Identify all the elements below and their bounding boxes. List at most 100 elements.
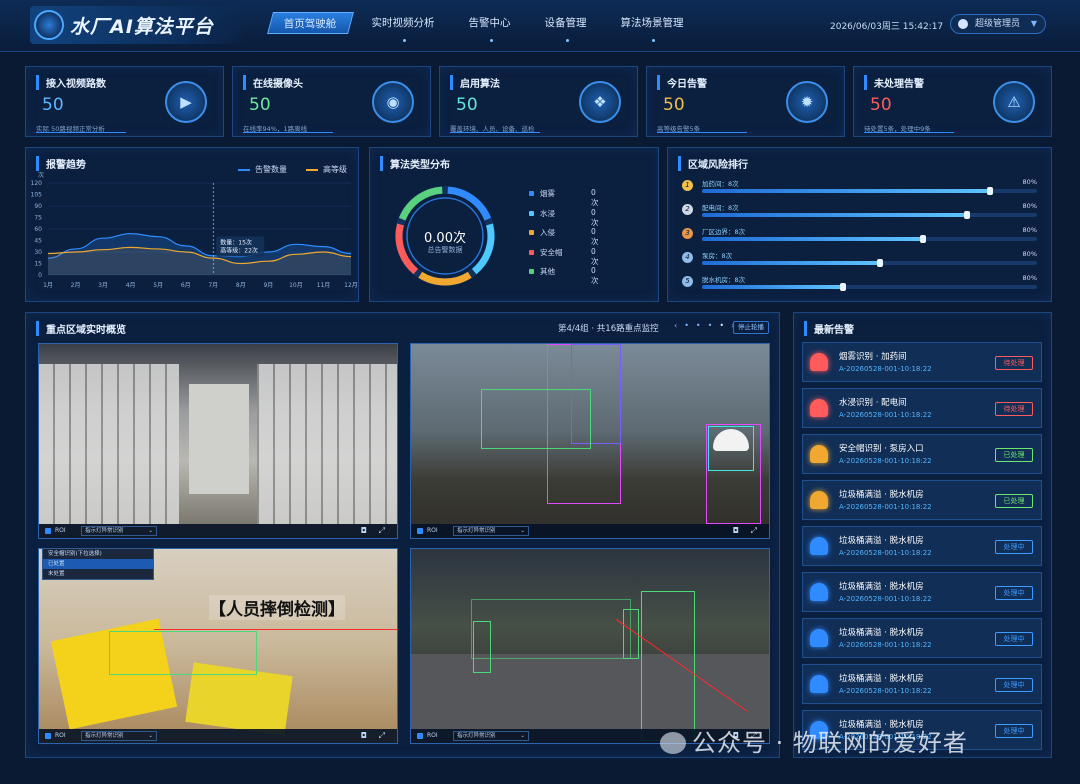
alert-item[interactable]: 垃圾桶满溢 · 脱水机房 A-20260528-001-10:18:22 处理中 bbox=[802, 572, 1042, 612]
snapshot-icon[interactable]: ◘ bbox=[361, 524, 367, 538]
page-dot[interactable]: • bbox=[708, 321, 713, 330]
roi-checkbox[interactable] bbox=[45, 733, 51, 739]
camera-feed-4[interactable]: ROI 指示灯异常识别 ⌄ ◘ ⤢ bbox=[410, 548, 770, 744]
algorithm-select[interactable]: 指示灯异常识别 ⌄ bbox=[453, 731, 529, 741]
alert-item[interactable]: 垃圾桶满溢 · 脱水机房 A-20260528-001-10:18:22 已处理 bbox=[802, 480, 1042, 520]
camera-feed-2[interactable]: ROI 指示灯异常识别 ⌄ ◘ ⤢ bbox=[410, 343, 770, 539]
alert-id: A-20260528-001-10:18:22 bbox=[839, 365, 932, 373]
y-tick-label: 45 bbox=[34, 238, 42, 245]
alert-title: 垃圾桶满溢 · 脱水机房 bbox=[839, 536, 924, 546]
camera-toolbar: ROI 指示灯异常识别 ⌄ ◘ ⤢ bbox=[39, 524, 397, 538]
rank-badge: 4 bbox=[682, 252, 693, 263]
y-tick-label: 0 bbox=[38, 272, 42, 279]
alert-item[interactable]: 垃圾桶满溢 · 脱水机房 A-20260528-001-10:18:22 处理中 bbox=[802, 618, 1042, 658]
logo-emblem-icon bbox=[34, 10, 64, 40]
wechat-icon bbox=[660, 732, 686, 754]
algorithm-select[interactable]: 指示灯异常识别 ⌄ bbox=[81, 731, 157, 741]
camera-title: 重点区域实时概览 bbox=[36, 321, 126, 336]
alerts-panel: 最新告警 烟雾识别 · 加药间 A-20260528-001-10:18:22 … bbox=[793, 312, 1052, 758]
alert-status-button[interactable]: 已处理 bbox=[995, 448, 1033, 462]
risk-area: 加药间：8次 bbox=[702, 180, 739, 188]
stat-underline bbox=[864, 132, 954, 133]
rank-badge: 5 bbox=[682, 276, 693, 287]
page-dot-active[interactable]: • bbox=[719, 321, 724, 330]
snapshot-icon[interactable]: ◘ bbox=[361, 729, 367, 743]
nav-device-management[interactable]: 设备管理 bbox=[532, 12, 600, 42]
alert-id: A-20260528-001-10:18:22 bbox=[839, 641, 932, 649]
algo-count: 0次 bbox=[591, 246, 599, 266]
dropdown-option[interactable]: 已处置 bbox=[43, 559, 153, 569]
roi-checkbox[interactable] bbox=[45, 528, 51, 534]
dropdown-option[interactable]: 未处置 bbox=[43, 569, 153, 579]
alarm-bell-icon bbox=[810, 537, 828, 555]
dropdown-option[interactable]: 安全帽识别(下拉选择) bbox=[43, 549, 153, 559]
x-tick-label: 1月 bbox=[43, 282, 53, 289]
detection-box bbox=[481, 389, 591, 449]
alert-title: 垃圾桶满溢 · 脱水机房 bbox=[839, 674, 924, 684]
nav-scene-management[interactable]: 算法场景管理 bbox=[608, 12, 697, 42]
risk-fill bbox=[702, 261, 880, 265]
page-dot[interactable]: • bbox=[684, 321, 689, 330]
y-tick-label: 90 bbox=[34, 203, 42, 210]
x-tick-label: 9月 bbox=[263, 282, 273, 289]
alert-title: 烟雾识别 · 加药间 bbox=[839, 352, 907, 362]
risk-knob bbox=[877, 259, 883, 267]
stat-card: 接入视频路数 50 实际 50路视频正常分析 ▶ bbox=[25, 66, 224, 137]
legend-swatch bbox=[529, 269, 534, 274]
risk-track bbox=[702, 235, 1037, 243]
top-header: 水厂AI算法平台 首页驾驶舱 实时视频分析 告警中心 设备管理 算法场景管理 2… bbox=[0, 0, 1080, 52]
nav-dashboard[interactable]: 首页驾驶舱 bbox=[267, 12, 354, 34]
alert-item[interactable]: 垃圾桶满溢 · 脱水机房 A-20260528-001-10:18:22 处理中 bbox=[802, 526, 1042, 566]
alert-status-button[interactable]: 待处理 bbox=[995, 356, 1033, 370]
user-menu[interactable]: 超级管理员 ▼ bbox=[950, 14, 1046, 34]
camera-feed-1[interactable]: ROI 指示灯异常识别 ⌄ ◘ ⤢ bbox=[38, 343, 398, 539]
risk-area: 厂区边界：8次 bbox=[702, 228, 746, 236]
stat-value: 50 bbox=[663, 95, 685, 115]
risk-fill bbox=[702, 189, 990, 193]
risk-fill bbox=[702, 213, 967, 217]
detection-box bbox=[471, 599, 631, 659]
risk-knob bbox=[987, 187, 993, 195]
fullscreen-icon[interactable]: ⤢ bbox=[379, 524, 385, 538]
x-tick-label: 3月 bbox=[98, 282, 108, 289]
x-tick-label: 10月 bbox=[289, 282, 303, 289]
alert-status-button[interactable]: 待处理 bbox=[995, 402, 1033, 416]
y-tick-label: 30 bbox=[34, 249, 42, 256]
stat-value: 50 bbox=[456, 95, 478, 115]
alert-id: A-20260528-001-10:18:22 bbox=[839, 687, 932, 695]
alert-title: 垃圾桶满溢 · 脱水机房 bbox=[839, 628, 924, 638]
stop-carousel-button[interactable]: 停止轮播 bbox=[733, 321, 769, 334]
alarm-bell-icon bbox=[810, 583, 828, 601]
algorithm-select[interactable]: 指示灯异常识别 ⌄ bbox=[453, 526, 529, 536]
fullscreen-icon[interactable]: ⤢ bbox=[379, 729, 385, 743]
fullscreen-icon[interactable]: ⤢ bbox=[751, 524, 757, 538]
snapshot-icon[interactable]: ◘ bbox=[733, 524, 739, 538]
app-logo: 水厂AI算法平台 bbox=[30, 6, 245, 44]
alert-item[interactable]: 垃圾桶满溢 · 脱水机房 A-20260528-001-10:18:22 处理中 bbox=[802, 664, 1042, 704]
risk-area: 脱水机房：8次 bbox=[702, 276, 746, 284]
risk-track bbox=[702, 283, 1037, 291]
alert-item[interactable]: 安全帽识别 · 泵房入口 A-20260528-001-10:18:22 已处理 bbox=[802, 434, 1042, 474]
algo-panel: 算法类型分布 0.00次 总告警数据 烟雾 0次 水浸 0次 入侵 0次 安全帽… bbox=[369, 147, 659, 302]
alert-status-button[interactable]: 处理中 bbox=[995, 724, 1033, 738]
algo-count: 0次 bbox=[591, 207, 599, 227]
nav-video-analysis[interactable]: 实时视频分析 bbox=[359, 12, 448, 42]
stat-underline bbox=[450, 132, 540, 133]
nav-alarm-center[interactable]: 告警中心 bbox=[456, 12, 524, 42]
rank-badge: 1 bbox=[682, 180, 693, 191]
alert-status-button[interactable]: 处理中 bbox=[995, 632, 1033, 646]
camera-icon: ◉ bbox=[372, 81, 414, 123]
algorithm-select[interactable]: 指示灯异常识别 ⌄ bbox=[81, 526, 157, 536]
alert-item[interactable]: 烟雾识别 · 加药间 A-20260528-001-10:18:22 待处理 bbox=[802, 342, 1042, 382]
roi-checkbox[interactable] bbox=[417, 733, 423, 739]
y-tick-label: 105 bbox=[31, 192, 43, 199]
alert-status-button[interactable]: 处理中 bbox=[995, 540, 1033, 554]
prev-page-icon[interactable]: ‹ bbox=[674, 321, 677, 330]
page-dot[interactable]: • bbox=[696, 321, 701, 330]
legend-swatch bbox=[529, 191, 534, 196]
alert-status-button[interactable]: 已处理 bbox=[995, 494, 1033, 508]
alert-item[interactable]: 水浸识别 · 配电间 A-20260528-001-10:18:22 待处理 bbox=[802, 388, 1042, 428]
alert-status-button[interactable]: 处理中 bbox=[995, 586, 1033, 600]
alert-status-button[interactable]: 处理中 bbox=[995, 678, 1033, 692]
roi-checkbox[interactable] bbox=[417, 528, 423, 534]
